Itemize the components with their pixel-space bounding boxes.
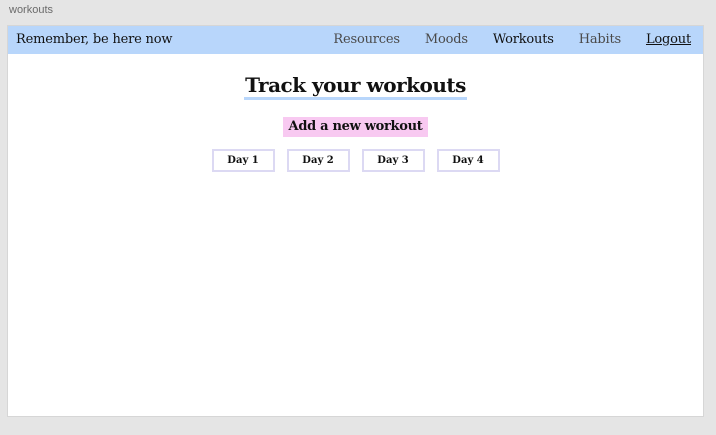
brand-title: Remember, be here now xyxy=(16,32,173,47)
nav-link-moods[interactable]: Moods xyxy=(425,32,468,47)
day-3-button[interactable]: Day 3 xyxy=(361,149,425,172)
day-buttons: Day 1 Day 2 Day 3 Day 4 xyxy=(8,149,703,172)
add-workout-button[interactable]: Add a new workout xyxy=(282,117,429,137)
logout-link[interactable]: Logout xyxy=(646,32,691,47)
day-2-button[interactable]: Day 2 xyxy=(286,149,350,172)
nav-link-habits[interactable]: Habits xyxy=(579,32,621,47)
top-navbar: Remember, be here now Resources Moods Wo… xyxy=(8,26,703,54)
day-4-button[interactable]: Day 4 xyxy=(436,149,500,172)
frame-name-label: workouts xyxy=(9,4,54,16)
app-frame: Remember, be here now Resources Moods Wo… xyxy=(7,25,704,417)
page-title-wrap: Track your workouts xyxy=(8,73,703,100)
add-workout-wrap: Add a new workout xyxy=(8,115,703,137)
nav-link-resources[interactable]: Resources xyxy=(333,32,400,47)
nav-links: Resources Moods Workouts Habits Logout xyxy=(308,32,691,47)
page-title: Track your workouts xyxy=(244,73,467,100)
nav-link-workouts[interactable]: Workouts xyxy=(493,32,554,47)
day-1-button[interactable]: Day 1 xyxy=(211,149,275,172)
